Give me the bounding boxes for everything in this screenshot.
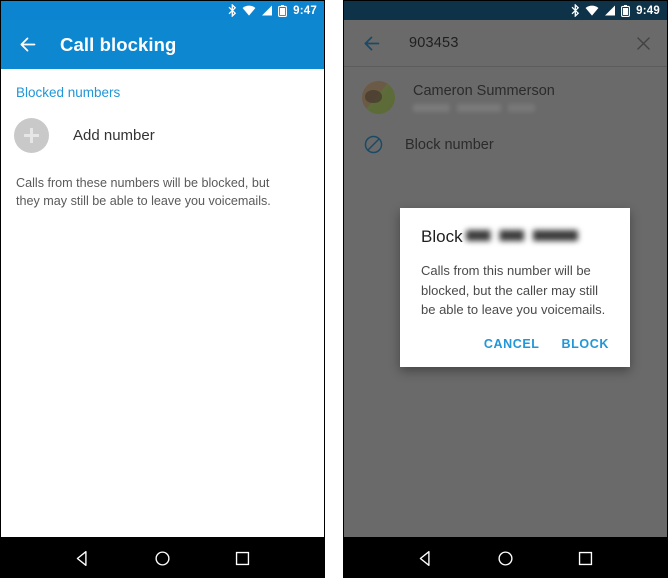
add-number-row[interactable]: Add number bbox=[1, 106, 324, 164]
blocked-numbers-content: Blocked numbers Add number Calls from th… bbox=[1, 69, 324, 537]
wifi-icon bbox=[242, 5, 256, 16]
avatar bbox=[362, 81, 395, 114]
block-confirmation-dialog: Block Calls from this number will be blo… bbox=[400, 208, 630, 367]
search-input[interactable]: 903453 bbox=[409, 35, 634, 51]
page-title: Call blocking bbox=[60, 33, 177, 55]
signal-icon bbox=[261, 5, 273, 16]
status-bar-time: 9:49 bbox=[636, 4, 660, 17]
nav-home-icon[interactable] bbox=[154, 550, 171, 567]
blocking-description: Calls from these numbers will be blocked… bbox=[16, 176, 271, 209]
section-header-blocked-numbers: Blocked numbers bbox=[16, 85, 121, 100]
search-bar: 903453 bbox=[344, 20, 667, 67]
add-number-label: Add number bbox=[73, 126, 155, 144]
status-bar: 9:47 bbox=[1, 1, 324, 20]
nav-home-icon[interactable] bbox=[497, 550, 514, 567]
search-results-screen: 903453 Cameron Summerson Block number Bl… bbox=[344, 20, 667, 537]
block-button[interactable]: BLOCK bbox=[562, 337, 609, 351]
block-number-label: Block number bbox=[405, 136, 494, 153]
contact-texts: Cameron Summerson bbox=[413, 83, 555, 112]
navigation-bar bbox=[344, 537, 667, 577]
dialog-title-prefix: Block bbox=[421, 227, 463, 246]
battery-icon bbox=[278, 4, 288, 17]
block-number-row[interactable]: Block number bbox=[344, 124, 667, 165]
back-arrow-icon[interactable] bbox=[17, 34, 38, 55]
dialog-message: Calls from this number will be blocked, … bbox=[421, 263, 606, 317]
back-arrow-icon[interactable] bbox=[361, 33, 382, 54]
dialog-title: Block bbox=[400, 227, 630, 247]
nav-recents-icon[interactable] bbox=[234, 550, 251, 567]
navigation-bar bbox=[1, 537, 324, 577]
nav-back-icon[interactable] bbox=[417, 550, 434, 567]
close-x-icon[interactable] bbox=[634, 34, 653, 53]
nav-back-icon[interactable] bbox=[74, 550, 91, 567]
left-phone-screen: 9:47 Call blocking Blocked numbers Add n… bbox=[0, 0, 325, 578]
bluetooth-icon bbox=[571, 4, 580, 17]
plus-icon bbox=[14, 117, 49, 153]
nav-recents-icon[interactable] bbox=[577, 550, 594, 567]
wifi-icon bbox=[585, 5, 599, 16]
dual-screenshot-container: 9:47 Call blocking Blocked numbers Add n… bbox=[0, 0, 670, 578]
cancel-button[interactable]: CANCEL bbox=[484, 337, 540, 351]
contact-subtitle-redacted bbox=[413, 104, 535, 112]
status-bar-time: 9:47 bbox=[293, 4, 317, 17]
contact-result-row[interactable]: Cameron Summerson bbox=[344, 67, 667, 124]
dialog-actions: CANCEL BLOCK bbox=[400, 320, 630, 359]
status-bar: 9:49 bbox=[344, 1, 667, 20]
block-circle-icon bbox=[363, 134, 384, 155]
contact-name: Cameron Summerson bbox=[413, 83, 555, 99]
app-bar: Call blocking bbox=[1, 20, 324, 69]
signal-icon bbox=[604, 5, 616, 16]
right-phone-screen: 9:49 903453 Cameron Summerson Block numb… bbox=[343, 0, 668, 578]
bluetooth-icon bbox=[228, 4, 237, 17]
dialog-title-number-redacted bbox=[465, 230, 578, 241]
battery-icon bbox=[621, 4, 631, 17]
